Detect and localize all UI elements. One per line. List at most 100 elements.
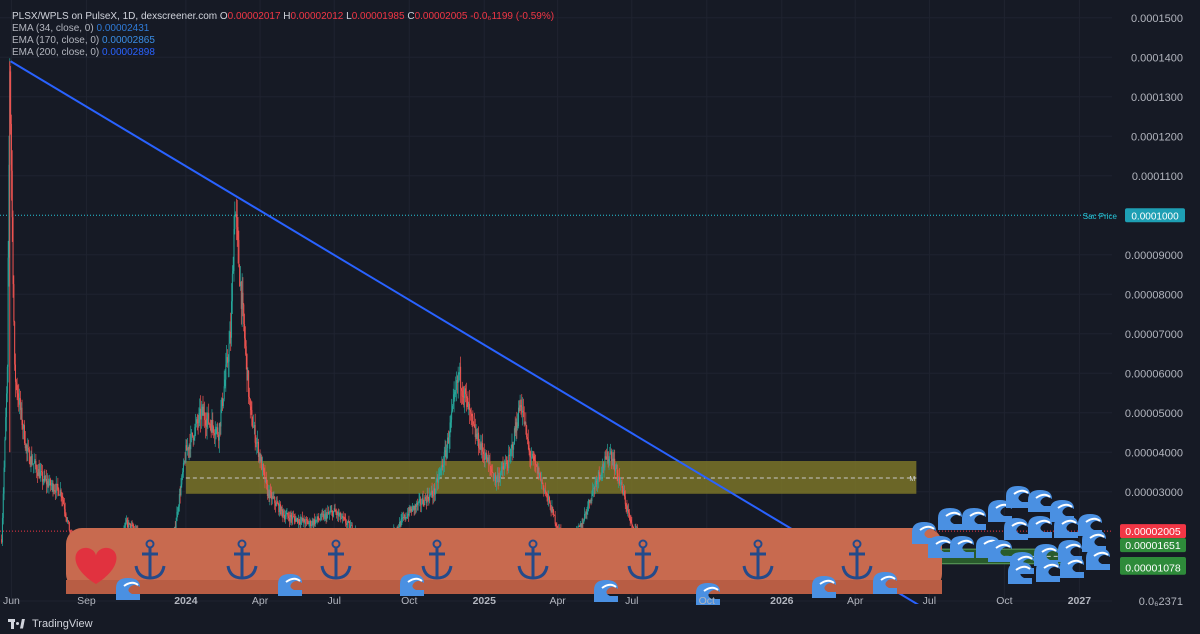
candle-body — [204, 412, 206, 421]
candle-body — [200, 409, 202, 420]
candle-body — [206, 418, 208, 427]
candle-body — [212, 420, 214, 427]
candle-body — [450, 419, 452, 423]
overlay-band-shadow — [66, 580, 942, 594]
ohlc-c: C0.00002005 — [407, 11, 468, 22]
candle-body — [193, 437, 195, 441]
candle-body — [506, 463, 508, 467]
candle-body — [15, 381, 17, 384]
candle-body — [400, 518, 402, 527]
candle-body — [484, 458, 486, 461]
candle-body — [338, 514, 340, 516]
candle-body — [632, 524, 634, 528]
sac-price-value: 0.0001000 — [1131, 211, 1179, 222]
candle-body — [42, 481, 44, 482]
candle-body — [541, 479, 543, 484]
tradingview-logo[interactable]: TradingView — [8, 618, 93, 630]
candle-body — [465, 388, 467, 395]
candle-body — [332, 511, 334, 517]
candle-body — [295, 518, 297, 522]
price-chart[interactable]: MMSac Price0.00010000.00015000.00014000.… — [0, 0, 1200, 634]
candle-body — [482, 443, 484, 452]
candle-body — [57, 484, 59, 489]
candle-body — [180, 484, 182, 496]
ohlc-l: L0.00001985 — [346, 11, 405, 22]
candle-body — [473, 421, 475, 425]
candle-body — [535, 461, 537, 465]
candle-body — [434, 490, 436, 495]
candle-body — [461, 390, 463, 396]
candle-body — [491, 471, 493, 474]
candle-body — [191, 432, 193, 437]
y-tick-label: 0.0001400 — [1131, 52, 1183, 64]
candle-body — [204, 420, 206, 426]
candle-body — [341, 518, 343, 519]
candle-body — [244, 323, 246, 339]
ema-170-value: 0.00002865 — [102, 35, 155, 46]
candle-body — [350, 525, 352, 529]
candle-body — [478, 432, 480, 448]
candle-body — [523, 412, 525, 424]
candle-body — [198, 412, 200, 423]
candle-body — [440, 467, 442, 471]
candle-body — [490, 466, 492, 470]
candle-body — [528, 445, 530, 452]
candle-body — [285, 514, 287, 517]
candle-body — [587, 505, 589, 512]
candle-body — [249, 398, 251, 407]
candle-body — [427, 494, 429, 499]
candle-body — [190, 433, 192, 450]
ema-34-label: EMA (34, close, 0) — [12, 23, 94, 34]
candle-body — [556, 525, 558, 527]
price-tag-value: 0.00001078 — [1125, 563, 1181, 575]
candle-body — [250, 406, 252, 411]
candle-body — [615, 468, 617, 472]
candle-body — [546, 493, 548, 495]
candle-body — [630, 519, 632, 523]
ema-200-row[interactable]: EMA (200, close, 0) 0.00002898 — [12, 47, 554, 59]
candle-body — [597, 478, 599, 485]
candle-body — [591, 493, 593, 502]
candle-body — [13, 284, 15, 322]
tradingview-logo-icon — [8, 618, 26, 630]
candle-body — [344, 517, 346, 519]
candle-body — [602, 464, 604, 468]
x-tick-label: Jun — [3, 595, 20, 607]
candle-body — [598, 471, 600, 475]
candle-body — [487, 457, 489, 463]
candle-body — [175, 521, 177, 529]
candle-body — [209, 423, 211, 426]
candle-body — [233, 229, 235, 272]
candle-body — [10, 123, 12, 171]
price-tag-value: 0.00001651 — [1125, 540, 1181, 552]
candle-body — [66, 517, 68, 521]
candle-body — [50, 485, 52, 486]
y-tick-label: 0.00003000 — [1125, 487, 1183, 499]
ema-34-row[interactable]: EMA (34, close, 0) 0.00002431 — [12, 23, 554, 35]
y-tick-label: 0.0001500 — [1131, 13, 1183, 25]
candle-body — [222, 398, 224, 406]
candle-body — [472, 416, 474, 422]
candle-body — [41, 471, 43, 482]
candle-body — [232, 271, 234, 274]
candle-body — [28, 449, 30, 464]
candle-body — [604, 456, 606, 468]
candle-body — [227, 361, 229, 363]
candle-body — [625, 504, 627, 507]
candle-body — [529, 451, 531, 458]
candle-body — [449, 422, 451, 438]
candle-body — [431, 490, 433, 495]
candle-body — [178, 506, 180, 512]
candle-body — [517, 426, 519, 428]
candle-body — [6, 393, 8, 418]
ema-170-row[interactable]: EMA (170, close, 0) 0.00002865 — [12, 35, 554, 47]
candle-body — [526, 437, 528, 440]
candle-body — [65, 513, 67, 518]
candle-body — [6, 366, 8, 394]
candle-body — [623, 491, 625, 497]
candle-body — [555, 523, 557, 526]
candle-body — [223, 386, 225, 399]
candle-body — [542, 483, 544, 486]
candle-body — [14, 321, 16, 365]
candle-body — [28, 448, 30, 450]
